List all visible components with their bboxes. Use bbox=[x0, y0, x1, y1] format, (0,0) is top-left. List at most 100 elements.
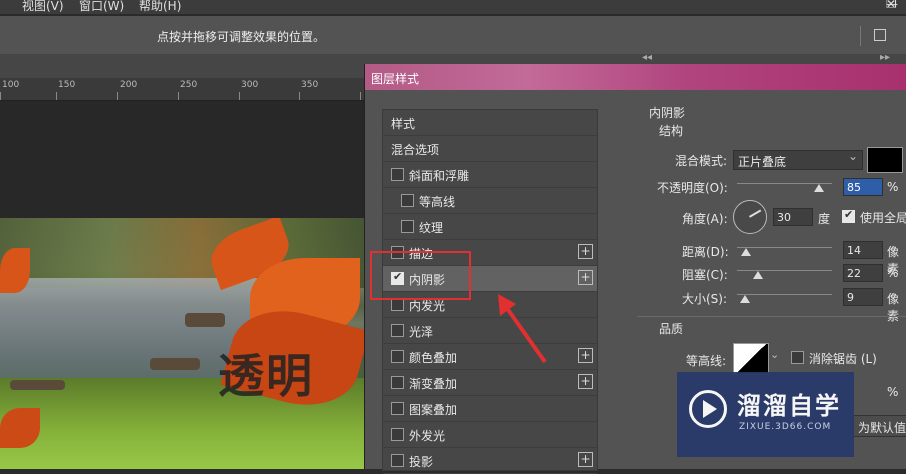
add-icon[interactable]: + bbox=[578, 270, 593, 285]
ruler-tick: 250 bbox=[180, 80, 198, 90]
style-item[interactable]: 图案叠加 bbox=[383, 396, 597, 422]
size-label: 大小(S): bbox=[682, 292, 728, 306]
contour-picker[interactable] bbox=[733, 343, 769, 375]
ruler-tick: 200 bbox=[120, 80, 138, 90]
style-item-checkbox[interactable] bbox=[391, 324, 404, 337]
boat bbox=[10, 380, 65, 390]
add-icon[interactable]: + bbox=[578, 348, 593, 363]
opacity-label: 不透明度(O): bbox=[657, 181, 728, 195]
style-item-checkbox[interactable] bbox=[391, 376, 404, 389]
style-item-label: 颜色叠加 bbox=[409, 351, 458, 365]
reset-default-label: 为默认值 bbox=[858, 421, 906, 435]
style-item-label: 投影 bbox=[409, 455, 434, 469]
reset-default-button[interactable]: 为默认值 bbox=[853, 415, 906, 437]
options-hint: 点按并拖移可调整效果的位置。 bbox=[157, 30, 326, 44]
style-item-checkbox[interactable] bbox=[391, 428, 404, 441]
choke-input[interactable]: 22 bbox=[843, 264, 883, 282]
style-item-checkbox[interactable] bbox=[391, 454, 404, 467]
antialias-checkbox[interactable]: 消除锯齿 (L) bbox=[789, 345, 899, 370]
blend-mode-select[interactable]: 正片叠底 bbox=[733, 149, 863, 170]
collapse-right-icon[interactable]: ▸▸ bbox=[880, 52, 890, 63]
add-icon[interactable]: + bbox=[578, 244, 593, 259]
global-light-check[interactable] bbox=[842, 208, 855, 223]
menu-view[interactable]: 视图(V) bbox=[22, 0, 64, 14]
size-slider[interactable] bbox=[737, 294, 832, 295]
quality-title: 品质 bbox=[659, 322, 684, 336]
choke-label: 阻塞(C): bbox=[682, 268, 728, 282]
size-unit: 像素 bbox=[887, 292, 900, 323]
brand-logo: 溜溜自学 ZIXUE.3D66.COM bbox=[677, 372, 854, 457]
angle-dial[interactable] bbox=[733, 200, 767, 234]
leaf bbox=[0, 248, 30, 293]
blend-options-item[interactable]: 混合选项 bbox=[383, 136, 597, 162]
dialog-titlebar[interactable]: 图层样式 bbox=[365, 64, 906, 90]
style-item-checkbox[interactable] bbox=[401, 194, 414, 207]
highlight-box bbox=[370, 251, 471, 300]
add-icon[interactable]: + bbox=[578, 374, 593, 389]
ruler-tick: 150 bbox=[58, 80, 76, 90]
style-item-checkbox[interactable] bbox=[391, 168, 404, 181]
shadow-color-swatch[interactable] bbox=[867, 147, 903, 173]
distance-input[interactable]: 14 bbox=[843, 241, 883, 259]
opacity-unit: % bbox=[887, 180, 899, 194]
distance-label: 距离(D): bbox=[682, 245, 729, 259]
size-input[interactable]: 9 bbox=[843, 288, 883, 306]
options-bar: 点按并拖移可调整效果的位置。 bbox=[0, 15, 906, 55]
workspace-icon[interactable] bbox=[874, 29, 886, 41]
choke-slider-thumb[interactable] bbox=[753, 271, 763, 279]
menu-help[interactable]: 帮助(H) bbox=[139, 0, 181, 14]
style-item[interactable]: 等高线 bbox=[383, 188, 597, 214]
style-item-label: 斜面和浮雕 bbox=[409, 169, 470, 183]
angle-unit: 度 bbox=[818, 212, 831, 226]
opacity-input[interactable]: 85 bbox=[843, 178, 883, 196]
distance-slider[interactable] bbox=[737, 247, 832, 248]
choke-unit: % bbox=[887, 266, 899, 280]
close-icon[interactable]: ✕ bbox=[886, 0, 896, 11]
horizontal-ruler: 100 150 200 250 300 350 bbox=[0, 78, 366, 101]
chevron-down-icon[interactable]: ⌄ bbox=[770, 348, 779, 361]
angle-input[interactable]: 30 bbox=[773, 208, 813, 226]
styles-header[interactable]: 样式 bbox=[383, 110, 597, 136]
dialog-title: 图层样式 bbox=[371, 72, 420, 86]
canvas-text: 透明 bbox=[218, 349, 314, 403]
blend-options-label: 混合选项 bbox=[391, 143, 440, 157]
opacity-slider-thumb[interactable] bbox=[814, 184, 824, 192]
menu-window[interactable]: 窗口(W) bbox=[79, 0, 124, 14]
ruler-tick: 100 bbox=[2, 80, 20, 90]
style-item-checkbox[interactable] bbox=[391, 402, 404, 415]
boat bbox=[150, 358, 200, 370]
style-item[interactable]: 纹理 bbox=[383, 214, 597, 240]
style-item-checkbox[interactable] bbox=[401, 220, 414, 233]
add-icon[interactable]: + bbox=[578, 452, 593, 467]
angle-label: 角度(A): bbox=[682, 212, 728, 226]
menu-bar: 视图(V) 窗口(W) 帮助(H) — ❐ ✕ bbox=[0, 0, 906, 14]
global-light-checkbox[interactable]: 使用全局 bbox=[840, 204, 906, 229]
distance-slider-thumb[interactable] bbox=[741, 248, 751, 256]
style-item-checkbox[interactable] bbox=[391, 350, 404, 363]
style-item-label: 外发光 bbox=[409, 429, 446, 443]
blend-mode-label: 混合模式: bbox=[675, 154, 728, 168]
style-item[interactable]: 外发光 bbox=[383, 422, 597, 448]
ruler-tick: 350 bbox=[301, 80, 319, 90]
logo-url: ZIXUE.3D66.COM bbox=[739, 422, 832, 432]
logo-name: 溜溜自学 bbox=[737, 392, 841, 420]
pasteboard bbox=[0, 101, 366, 218]
antialias-label: 消除锯齿 (L) bbox=[809, 352, 877, 366]
collapse-left-icon[interactable]: ◂◂ bbox=[642, 52, 652, 63]
leaf bbox=[0, 408, 40, 448]
dock bbox=[185, 313, 225, 327]
contour-label: 等高线: bbox=[686, 354, 727, 368]
style-item[interactable]: 渐变叠加 + bbox=[383, 370, 597, 396]
style-item-label: 纹理 bbox=[419, 221, 444, 235]
size-slider-thumb[interactable] bbox=[740, 295, 750, 303]
structure-title: 结构 bbox=[659, 124, 684, 138]
divider bbox=[860, 26, 861, 46]
styles-header-label: 样式 bbox=[391, 117, 416, 131]
choke-slider[interactable] bbox=[737, 270, 832, 271]
play-icon bbox=[689, 390, 727, 428]
style-item-label: 等高线 bbox=[419, 195, 456, 209]
style-item[interactable]: 投影 + bbox=[383, 448, 597, 474]
antialias-check[interactable] bbox=[791, 351, 804, 364]
style-item-label: 光泽 bbox=[409, 325, 434, 339]
style-item[interactable]: 斜面和浮雕 bbox=[383, 162, 597, 188]
